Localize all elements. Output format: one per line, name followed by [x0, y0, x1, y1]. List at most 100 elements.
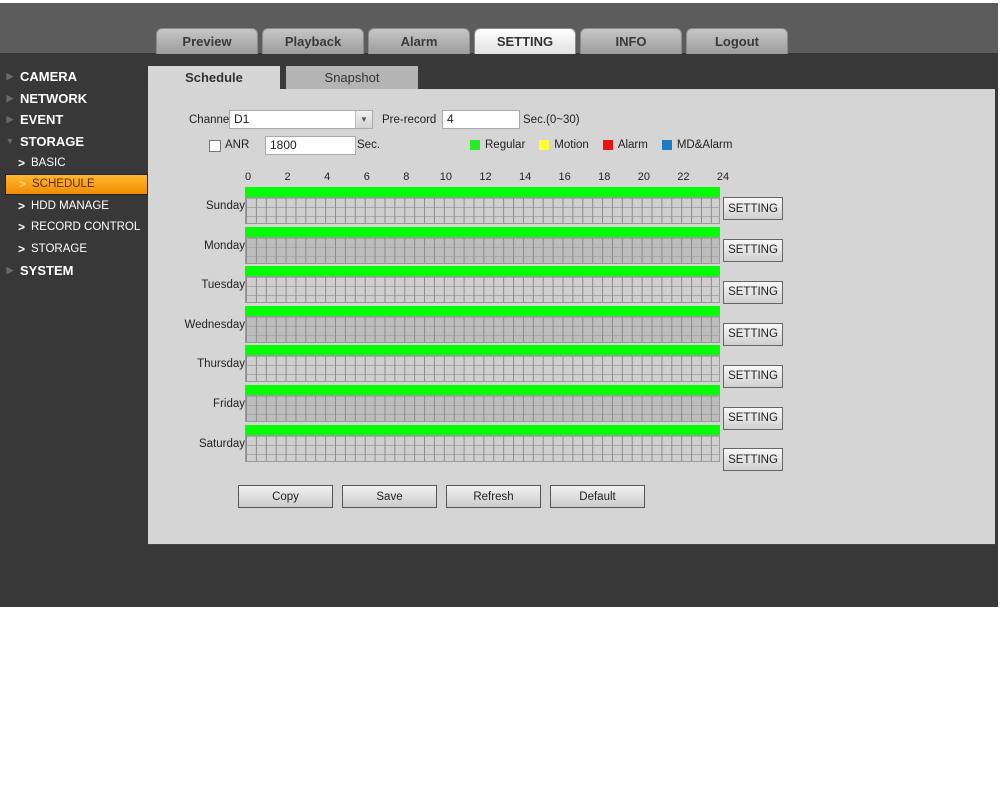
sub-tabs: Schedule Snapshot [148, 66, 418, 89]
sidebar-item-system[interactable]: ▶ SYSTEM [0, 260, 148, 282]
time-cells[interactable] [245, 434, 720, 462]
sidebar-subitem-hdd-manage[interactable]: > HDD MANAGE [0, 195, 148, 217]
sidebar: ▶ CAMERA ▶ NETWORK ▶ EVENT ▼ STORAGE > B… [0, 66, 148, 281]
sidebar-item-label: NETWORK [20, 90, 88, 106]
save-button[interactable]: Save [342, 485, 437, 508]
subtab-snapshot[interactable]: Snapshot [286, 66, 418, 89]
day-setting-button[interactable]: SETTING [723, 197, 783, 220]
day-schedule-row[interactable] [245, 226, 720, 265]
hour-tick: 16 [558, 171, 571, 183]
sidebar-subitem-label: STORAGE [31, 242, 88, 255]
day-schedule-row[interactable] [245, 385, 720, 423]
sidebar-subitem-storage[interactable]: > STORAGE [0, 238, 148, 260]
schedule-panel: Channel D1 ▼ Pre-record 4 Sec.(0~30) ANR… [148, 89, 995, 545]
hour-tick: 2 [284, 171, 291, 183]
day-schedule-row[interactable] [245, 305, 720, 344]
sidebar-subitem-label: RECORD CONTROL [31, 221, 141, 234]
anr-unit: Sec. [357, 139, 381, 151]
hour-tick: 6 [363, 171, 370, 183]
legend-label: Regular [485, 139, 526, 151]
prerecord-unit: Sec.(0~30) [523, 114, 580, 126]
copy-button[interactable]: Copy [238, 485, 333, 508]
time-cells[interactable] [245, 395, 720, 422]
day-label: Tuesday [201, 279, 245, 292]
tab-setting[interactable]: SETTING [474, 28, 576, 54]
legend-label: Alarm [617, 139, 648, 151]
default-button[interactable]: Default [550, 485, 645, 508]
legend-motion: Motion [539, 139, 589, 151]
day-setting-button[interactable]: SETTING [723, 238, 783, 262]
day-schedule-row[interactable] [245, 187, 720, 225]
day-setting-button[interactable]: SETTING [723, 280, 783, 304]
legend: Regular Motion Alarm MD&Alarm [470, 139, 732, 151]
day-label: Monday [204, 239, 245, 252]
channel-select[interactable]: D1 ▼ [229, 110, 373, 129]
day-schedule-row[interactable] [245, 266, 720, 304]
triangle-right-icon: ▶ [6, 71, 14, 82]
day-label: Sunday [205, 200, 245, 212]
tab-logout[interactable]: Logout [686, 28, 788, 54]
hour-tick: 18 [598, 171, 611, 183]
sidebar-subitem-schedule[interactable]: > SCHEDULE [5, 173, 148, 195]
hour-tick: 0 [244, 171, 252, 183]
tab-info[interactable]: INFO [580, 28, 682, 54]
day-setting-button[interactable]: SETTING [723, 448, 783, 472]
regular-record-bar[interactable] [245, 305, 720, 316]
hour-tick: 14 [518, 171, 532, 183]
channel-value: D1 [234, 112, 250, 126]
day-label: Friday [213, 398, 245, 410]
sidebar-item-camera[interactable]: ▶ CAMERA [0, 66, 148, 88]
time-cells[interactable] [245, 276, 720, 304]
triangle-right-icon: ▶ [6, 92, 14, 103]
time-cells[interactable] [245, 197, 720, 224]
regular-record-bar[interactable] [245, 424, 720, 435]
dropdown-arrow-icon[interactable]: ▼ [355, 111, 372, 128]
day-schedule-row[interactable] [245, 424, 720, 463]
time-cells[interactable] [245, 315, 720, 343]
legend-alarm: Alarm [602, 139, 648, 151]
anr-label: ANR [225, 139, 250, 151]
hour-tick: 22 [677, 171, 690, 183]
time-cells[interactable] [245, 355, 720, 383]
tab-playback[interactable]: Playback [262, 28, 364, 54]
day-setting-button[interactable]: SETTING [723, 322, 783, 346]
anr-checkbox[interactable] [209, 140, 221, 152]
sidebar-item-network[interactable]: ▶ NETWORK [0, 88, 148, 110]
tab-alarm[interactable]: Alarm [368, 28, 470, 54]
regular-record-bar[interactable] [245, 266, 720, 277]
sidebar-subitem-basic[interactable]: > BASIC [0, 152, 148, 174]
day-schedule-row[interactable] [245, 345, 720, 383]
regular-record-bar[interactable] [245, 345, 720, 356]
main-nav: Preview Playback Alarm SETTING INFO Logo… [156, 28, 788, 54]
prerecord-input[interactable]: 4 [442, 110, 520, 129]
tab-preview[interactable]: Preview [156, 28, 258, 54]
regular-record-bar[interactable] [245, 187, 720, 197]
anr-input[interactable]: 1800 [265, 136, 356, 155]
sidebar-item-event[interactable]: ▶ EVENT [0, 109, 148, 131]
day-label: Saturday [198, 437, 245, 450]
day-setting-button[interactable]: SETTING [723, 364, 783, 388]
prerecord-label: Pre-record [382, 114, 437, 126]
legend-regular: Regular [470, 139, 525, 151]
sidebar-item-label: EVENT [20, 112, 64, 128]
refresh-button[interactable]: Refresh [446, 485, 541, 508]
regular-record-bar[interactable] [245, 385, 720, 395]
sidebar-subitem-label: SCHEDULE [32, 178, 95, 191]
channel-label: Channel [189, 114, 232, 126]
hour-tick: 20 [637, 171, 650, 183]
chevron-right-icon: > [18, 241, 26, 256]
triangle-right-icon: ▶ [6, 264, 14, 275]
hour-tick: 12 [479, 171, 492, 183]
alarm-swatch-icon [602, 140, 613, 150]
subtab-schedule[interactable]: Schedule [148, 66, 280, 89]
top-bar: Preview Playback Alarm SETTING INFO Logo… [0, 3, 998, 54]
time-cells[interactable] [245, 236, 720, 264]
sidebar-subitem-record-control[interactable]: > RECORD CONTROL [0, 217, 148, 239]
sidebar-subitem-label: BASIC [31, 156, 66, 169]
day-label: Wednesday [184, 318, 245, 331]
day-setting-button[interactable]: SETTING [723, 406, 783, 430]
sidebar-item-storage[interactable]: ▼ STORAGE [0, 131, 148, 153]
hour-tick: 24 [716, 171, 730, 183]
hour-tick: 4 [324, 171, 331, 183]
regular-record-bar[interactable] [245, 226, 720, 237]
